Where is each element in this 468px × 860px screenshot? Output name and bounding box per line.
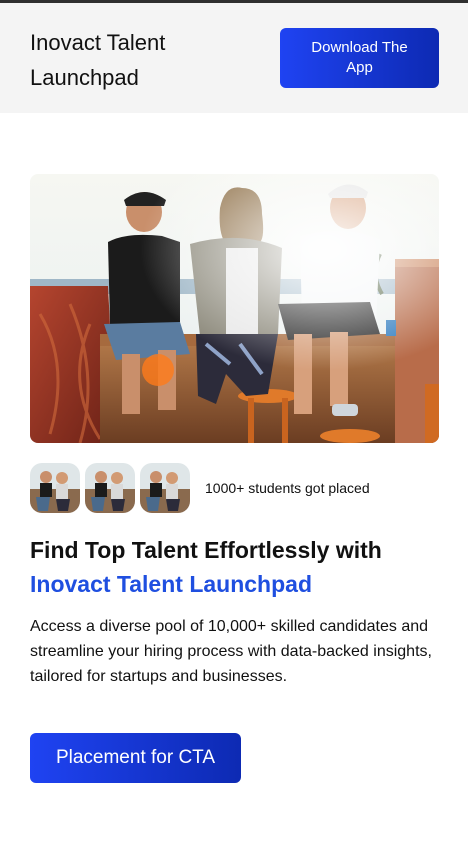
hero-image [30, 174, 439, 443]
placement-cta-button[interactable]: Placement for CTA [30, 733, 241, 783]
avatar [85, 463, 135, 513]
page-headline: Find Top Talent Effortlessly with Inovac… [30, 533, 440, 601]
headline-line: Find Top Talent Effortlessly with [30, 537, 382, 563]
site-header: Inovact Talent Launchpad Download The Ap… [0, 3, 468, 113]
avatar [140, 463, 190, 513]
description-text: Access a diverse pool of 10,000+ skilled… [30, 618, 432, 685]
headline-accent: Inovact Talent Launchpad [30, 571, 312, 597]
avatar-photo [30, 463, 80, 513]
hero-photo [30, 174, 439, 443]
avatar-photo [85, 463, 135, 513]
avatar-photo [140, 463, 190, 513]
download-app-button[interactable]: Download The App [280, 28, 439, 88]
brand-name[interactable]: Inovact Talent Launchpad [30, 25, 250, 95]
students-placed-text: 1000+ students got placed [205, 480, 370, 496]
avatar [30, 463, 80, 513]
